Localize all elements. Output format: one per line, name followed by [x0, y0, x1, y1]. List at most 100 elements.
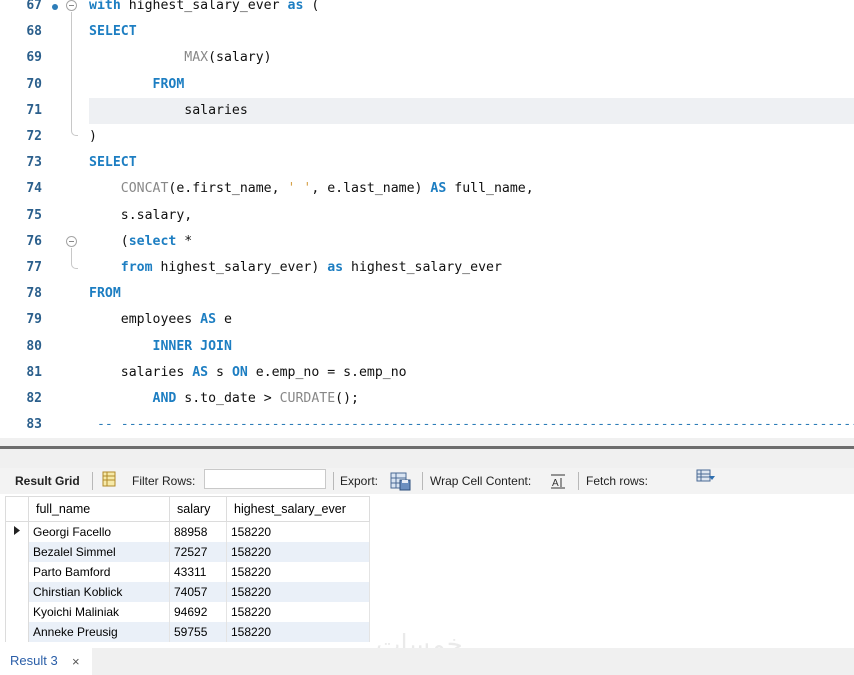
table-row[interactable]: Georgi Facello 88958 158220 — [5, 521, 370, 542]
code-token: ( — [303, 0, 320, 13]
table-cell[interactable]: Georgi Facello — [28, 521, 170, 542]
code-line[interactable]: 80 INNER JOIN — [0, 334, 854, 360]
export-icon[interactable] — [390, 471, 412, 494]
fetch-rows-label: Fetch rows: — [586, 474, 649, 488]
code-line[interactable]: 75 s.salary, — [0, 203, 854, 229]
fold-guide-line — [71, 12, 72, 130]
line-number: 83 — [26, 417, 42, 433]
table-cell[interactable]: 74057 — [169, 582, 227, 602]
code-line[interactable]: 72) — [0, 124, 854, 150]
code-line[interactable]: 79 employees AS e — [0, 307, 854, 333]
line-number: 71 — [26, 102, 42, 118]
code-text: employees AS e — [89, 307, 232, 333]
code-line[interactable]: 68 SELECT — [0, 19, 854, 45]
code-token: salaries — [89, 102, 248, 118]
code-token: highest_salary_ever) — [152, 260, 328, 275]
code-line[interactable]: 73 SELECT — [0, 150, 854, 176]
string-token: ' ' — [287, 181, 312, 197]
code-token: * — [176, 233, 193, 249]
table-cell[interactable]: 158220 — [226, 622, 370, 642]
filter-rows-input[interactable] — [204, 469, 326, 489]
close-icon[interactable]: × — [72, 654, 80, 669]
table-cell[interactable]: 59755 — [169, 622, 227, 642]
code-text: SELECT — [89, 19, 137, 45]
row-indicator[interactable] — [5, 582, 29, 602]
grid-view-icon[interactable] — [102, 471, 116, 490]
code-line[interactable]: 71 salaries — [0, 97, 854, 124]
table-cell[interactable]: Kyoichi Maliniak — [28, 602, 170, 622]
wrap-text-icon[interactable]: A — [550, 473, 566, 492]
toolbar-separator — [92, 472, 93, 490]
current-row-arrow-icon[interactable] — [5, 521, 29, 542]
code-line[interactable]: 67 with highest_salary_ever as ( — [0, 0, 854, 19]
table-cell[interactable]: 43311 — [169, 562, 227, 582]
toolbar-separator — [578, 472, 579, 490]
code-line[interactable]: 70 FROM — [0, 72, 854, 98]
fetch-rows-icon[interactable] — [696, 469, 716, 488]
line-number: 67 — [26, 0, 42, 13]
code-line[interactable]: 83 -- ----------------------------------… — [0, 412, 854, 438]
row-indicator[interactable] — [5, 542, 29, 562]
table-row[interactable]: Parto Bamford 43311 158220 — [5, 562, 370, 582]
fold-end-icon — [71, 262, 78, 269]
table-cell[interactable]: 158220 — [226, 542, 370, 562]
splitter-handle[interactable] — [0, 446, 854, 449]
column-header[interactable]: highest_salary_ever — [226, 496, 370, 522]
table-cell[interactable]: 72527 — [169, 542, 227, 562]
code-token: s.to_date > — [176, 391, 280, 406]
fold-toggle-icon[interactable] — [66, 236, 77, 247]
code-line[interactable]: 77 from highest_salary_ever) as highest_… — [0, 255, 854, 281]
row-indicator[interactable] — [5, 562, 29, 582]
code-text: from highest_salary_ever) as highest_sal… — [89, 255, 502, 281]
table-cell[interactable]: 158220 — [226, 562, 370, 582]
tab-result-3[interactable]: Result 3 × — [0, 648, 92, 675]
code-text: SELECT — [89, 150, 137, 176]
code-line[interactable]: 74 CONCAT(e.first_name, ' ', e.last_name… — [0, 176, 854, 202]
table-row[interactable]: Bezalel Simmel 72527 158220 — [5, 542, 370, 562]
table-row[interactable]: Chirstian Koblick 74057 158220 — [5, 582, 370, 602]
sql-editor[interactable]: 67 with highest_salary_ever as (68 SELECT 6… — [0, 0, 854, 438]
fold-toggle-icon[interactable] — [66, 0, 77, 11]
table-cell[interactable]: 88958 — [169, 521, 227, 542]
row-indicator[interactable] — [5, 602, 29, 622]
column-header[interactable]: salary — [169, 496, 227, 522]
table-cell[interactable]: 158220 — [226, 602, 370, 622]
code-token: (salary) — [208, 50, 272, 66]
keyword-token: FROM — [152, 76, 185, 92]
table-cell[interactable]: Parto Bamford — [28, 562, 170, 582]
code-token: salaries — [89, 364, 193, 380]
line-number: 69 — [26, 50, 42, 66]
code-token: employees — [89, 312, 201, 328]
code-token: s — [208, 364, 232, 380]
result-grid-button[interactable]: Result Grid — [15, 474, 80, 488]
line-number: 68 — [26, 24, 42, 40]
code-line[interactable]: 76 (select * — [0, 229, 854, 255]
table-cell[interactable]: Chirstian Koblick — [28, 582, 170, 602]
table-cell[interactable]: 94692 — [169, 602, 227, 622]
line-number: 77 — [26, 260, 42, 275]
code-text: salaries — [89, 98, 248, 124]
column-header[interactable]: full_name — [28, 496, 170, 522]
table-row[interactable]: Kyoichi Maliniak 94692 158220 — [5, 602, 370, 622]
svg-text:A: A — [552, 478, 559, 489]
code-line[interactable]: 69 MAX(salary) — [0, 45, 854, 71]
code-token: highest_salary_ever — [120, 0, 288, 13]
table-row[interactable]: Anneke Preusig 59755 158220 — [5, 622, 370, 642]
panel-splitter[interactable] — [0, 438, 854, 468]
table-cell[interactable]: 158220 — [226, 521, 370, 542]
code-token: full_name, — [446, 181, 534, 197]
line-number: 76 — [26, 233, 42, 249]
row-indicator-header — [5, 496, 29, 522]
code-line[interactable]: 81 salaries AS s ON e.emp_no = s.emp_no — [0, 360, 854, 386]
code-line[interactable]: 82 AND s.to_date > CURDATE(); — [0, 386, 854, 412]
filter-rows-label: Filter Rows: — [132, 474, 196, 488]
table-cell[interactable]: Bezalel Simmel — [28, 542, 170, 562]
table-cell[interactable]: Anneke Preusig — [28, 622, 170, 642]
table-cell[interactable]: 158220 — [226, 582, 370, 602]
row-indicator[interactable] — [5, 622, 29, 642]
code-line[interactable]: 78 FROM — [0, 281, 854, 307]
keyword-token: AS — [192, 364, 209, 380]
